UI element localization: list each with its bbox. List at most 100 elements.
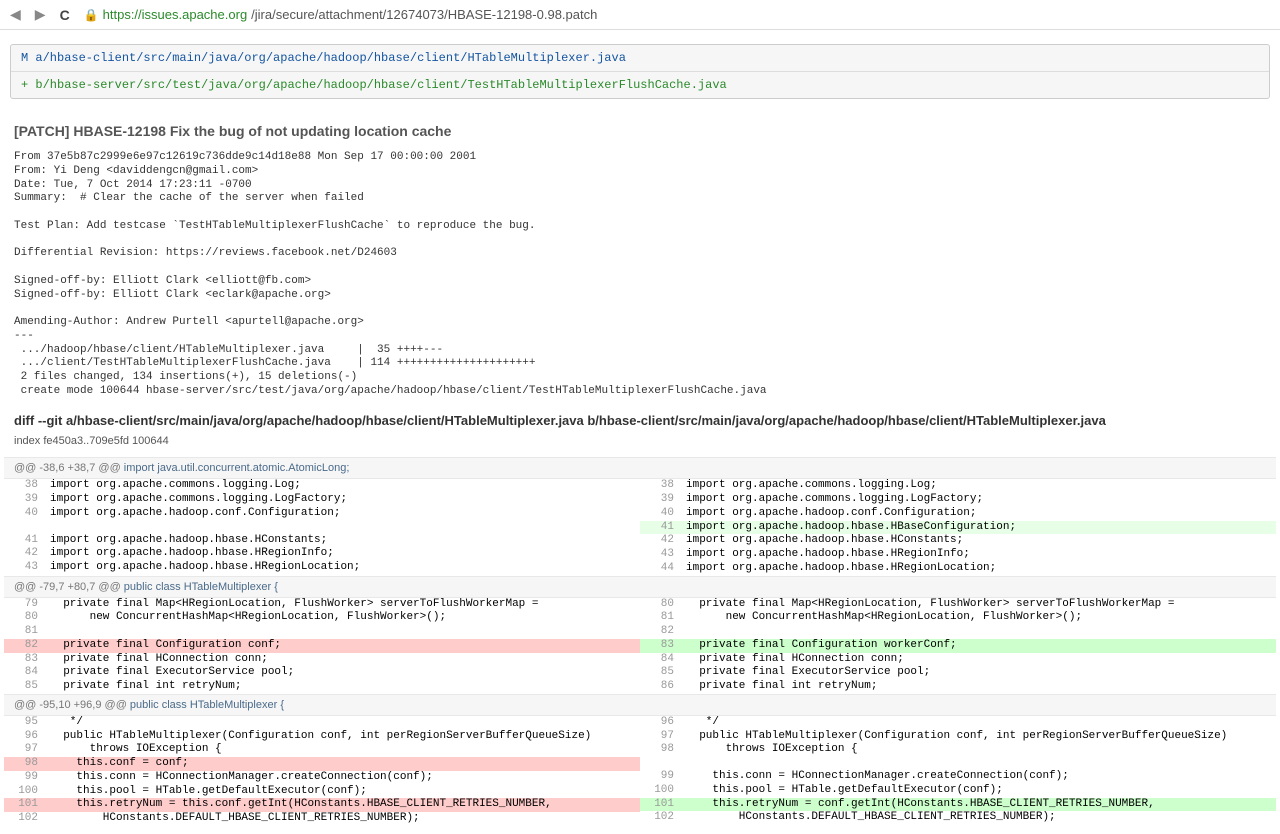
line-number: 40 [4,507,44,521]
diff-row: 101 this.retryNum = this.conf.getInt(HCo… [4,798,640,812]
line-number: 97 [4,743,44,757]
hunks-container: @@ -38,6 +38,7 @@ import java.util.concu… [4,457,1276,826]
side-by-side: 38import org.apache.commons.logging.Log;… [4,479,1276,575]
diff-row: 98 this.conf = conf; [4,757,640,771]
page-content: M a/hbase-client/src/main/java/org/apach… [0,30,1280,834]
diff-row: 42import org.apache.hadoop.hbase.HConsta… [640,534,1276,548]
diff-row: 100 this.pool = HTable.getDefaultExecuto… [4,785,640,799]
code: private final Map<HRegionLocation, Flush… [44,598,640,612]
code [44,625,640,639]
code: throws IOException { [44,743,640,757]
diff-row: 97 public HTableMultiplexer(Configuratio… [640,730,1276,744]
code: new ConcurrentHashMap<HRegionLocation, F… [680,611,1276,625]
code: import org.apache.hadoop.hbase.HRegionLo… [680,562,1276,576]
line-number: 98 [4,757,44,771]
line-number: 84 [4,666,44,680]
code: private final int retryNum; [44,680,640,694]
diff-row: 39import org.apache.commons.logging.LogF… [640,493,1276,507]
diff-row: 80 new ConcurrentHashMap<HRegionLocation… [4,611,640,625]
code: import org.apache.hadoop.hbase.HRegionIn… [680,548,1276,562]
patch-title: [PATCH] HBASE-12198 Fix the bug of not u… [14,123,1266,139]
line-number: 82 [640,625,680,639]
code: HConstants.DEFAULT_HBASE_CLIENT_RETRIES_… [680,811,1276,825]
code: HConstants.DEFAULT_HBASE_CLIENT_RETRIES_… [44,812,640,826]
diff-row: 83 private final HConnection conn; [4,653,640,667]
side-by-side: 79 private final Map<HRegionLocation, Fl… [4,598,1276,694]
code: public HTableMultiplexer(Configuration c… [680,730,1276,744]
code: import org.apache.hadoop.conf.Configurat… [44,507,640,521]
diff-row: 44import org.apache.hadoop.hbase.HRegion… [640,562,1276,576]
lock-icon: 🔒 [84,8,99,22]
code: import org.apache.commons.logging.Log; [680,479,1276,493]
line-number: 83 [4,653,44,667]
line-number: 101 [4,798,44,812]
code: this.conn = HConnectionManager.createCon… [680,770,1276,784]
back-icon[interactable]: ◀ [6,6,25,23]
code: private final HConnection conn; [680,653,1276,667]
code: import org.apache.hadoop.hbase.HConstant… [680,534,1276,548]
diff-row [640,757,1276,770]
line-number: 80 [640,598,680,612]
hunk-header: @@ -38,6 +38,7 @@ import java.util.concu… [4,457,1276,479]
code: this.retryNum = this.conf.getInt(HConsta… [44,798,640,812]
line-number: 99 [4,771,44,785]
line-number: 79 [4,598,44,612]
diff-row: 99 this.conn = HConnectionManager.create… [640,770,1276,784]
diff-git-line: diff --git a/hbase-client/src/main/java/… [4,403,1276,432]
code [44,521,640,534]
code [680,757,1276,770]
line-number: 96 [4,730,44,744]
file-list-item[interactable]: M a/hbase-client/src/main/java/org/apach… [11,45,1269,72]
diff-row: 102 HConstants.DEFAULT_HBASE_CLIENT_RETR… [4,812,640,826]
reload-icon[interactable]: C [56,7,74,23]
code: private final Configuration conf; [44,639,640,653]
code: this.conn = HConnectionManager.createCon… [44,771,640,785]
line-number: 44 [640,562,680,576]
diff-row: 86 private final int retryNum; [640,680,1276,694]
code: this.pool = HTable.getDefaultExecutor(co… [680,784,1276,798]
diff-row: 43import org.apache.hadoop.hbase.HRegion… [4,561,640,575]
diff-row: 102 HConstants.DEFAULT_HBASE_CLIENT_RETR… [640,811,1276,825]
file-list-item[interactable]: + b/hbase-server/src/test/java/org/apach… [11,72,1269,98]
diff-row: 95 */ [4,716,640,730]
diff-row: 80 private final Map<HRegionLocation, Fl… [640,598,1276,612]
line-number: 38 [4,479,44,493]
line-number: 42 [640,534,680,548]
line-number: 41 [4,534,44,548]
forward-icon[interactable]: ▶ [31,6,50,23]
line-number: 39 [640,493,680,507]
code: throws IOException { [680,743,1276,757]
code: import org.apache.commons.logging.Log; [44,479,640,493]
line-number: 85 [640,666,680,680]
line-number: 43 [640,548,680,562]
code: */ [44,716,640,730]
diff-row: 84 private final ExecutorService pool; [4,666,640,680]
line-number: 82 [4,639,44,653]
line-number: 39 [4,493,44,507]
line-number: 99 [640,770,680,784]
code: private final ExecutorService pool; [680,666,1276,680]
line-number: 100 [640,784,680,798]
diff-row [4,521,640,534]
diff-row: 97 throws IOException { [4,743,640,757]
line-number: 84 [640,653,680,667]
line-number: 43 [4,561,44,575]
code: private final HConnection conn; [44,653,640,667]
left-side: 38import org.apache.commons.logging.Log;… [4,479,640,575]
code: public HTableMultiplexer(Configuration c… [44,730,640,744]
diff-row: 82 private final Configuration conf; [4,639,640,653]
code: import org.apache.hadoop.hbase.HBaseConf… [680,521,1276,535]
diff-row: 42import org.apache.hadoop.hbase.HRegion… [4,547,640,561]
diff-row: 39import org.apache.commons.logging.LogF… [4,493,640,507]
address-bar[interactable]: 🔒 https://issues.apache.org/jira/secure/… [80,7,1274,22]
code: import org.apache.hadoop.hbase.HRegionIn… [44,547,640,561]
line-number [640,757,680,770]
line-number: 102 [640,811,680,825]
hunk-header: @@ -95,10 +96,9 @@ public class HTableMu… [4,694,1276,716]
side-by-side: 95 */96 public HTableMultiplexer(Configu… [4,716,1276,826]
line-number: 86 [640,680,680,694]
diff-row: 38import org.apache.commons.logging.Log; [640,479,1276,493]
diff-row: 96 */ [640,716,1276,730]
code: private final Map<HRegionLocation, Flush… [680,598,1276,612]
diff-row: 82 [640,625,1276,639]
